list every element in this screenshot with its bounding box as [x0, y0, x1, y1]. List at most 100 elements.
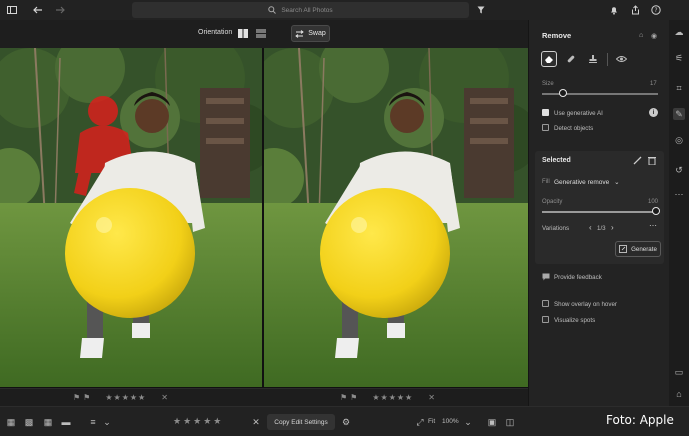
zoom-level[interactable]: 100% — [442, 418, 459, 425]
before-photo[interactable] — [0, 48, 262, 387]
generate-label: Generate — [631, 245, 657, 253]
cloud-icon[interactable]: ☁ — [673, 26, 685, 38]
zoom-chevron-icon[interactable]: ⌄ — [462, 416, 474, 428]
generate-icon — [619, 245, 627, 253]
filter-icon[interactable] — [473, 0, 489, 20]
detect-objects-checkbox[interactable] — [542, 124, 549, 131]
share-icon[interactable] — [627, 0, 643, 20]
bandage-icon[interactable] — [563, 51, 579, 67]
selected-title: Selected — [542, 157, 571, 164]
stamp-icon[interactable] — [585, 51, 601, 67]
orientation-label: Orientation — [198, 29, 233, 36]
edit-sliders-icon[interactable]: ⚟ — [673, 52, 685, 64]
tool-rail: ☁ ⚟ ⌗ ✎ ◎ ↺ ⋯ ▭ ⌂ — [669, 20, 689, 406]
fill-label: Fill — [542, 179, 550, 185]
flag-icon[interactable]: ⚑ — [340, 393, 347, 402]
generate-button[interactable]: Generate — [615, 241, 661, 257]
swap-icon — [295, 29, 304, 38]
photo-viewer — [0, 48, 528, 388]
clear-icon[interactable]: ✕ — [428, 393, 435, 402]
after-photo[interactable] — [264, 48, 528, 387]
detect-objects-label: Detect objects — [554, 125, 594, 132]
panel-toggle-icon[interactable] — [4, 0, 20, 20]
opacity-label: Opacity — [542, 199, 563, 205]
comment-icon[interactable]: ▭ — [673, 366, 685, 378]
chevron-left-icon[interactable]: ‹ — [589, 223, 592, 232]
rating-bar: ⚑ ⚑ ★★★★★ ✕ ⚑ ⚑ ★★★★★ ✕ — [0, 388, 528, 406]
remove-tool-icon[interactable]: ✎ — [673, 108, 685, 120]
eraser-icon[interactable] — [541, 51, 557, 67]
tag-icon[interactable]: ⌂ — [673, 388, 685, 400]
copy-edit-settings-button[interactable]: Copy Edit Settings — [267, 414, 335, 430]
bottom-toolbar: ▦ ▩ ▦ ▬ ≡ ⌄ ★★★★★ ✕ Copy Edit Settings ⚙… — [0, 406, 689, 436]
bottom-clear-icon[interactable]: ✕ — [250, 416, 262, 428]
swap-button[interactable]: Swap — [291, 25, 330, 42]
visualize-spots-checkbox[interactable] — [542, 316, 549, 323]
top-bar: Search All Photos ? — [0, 0, 689, 20]
square-grid-icon[interactable]: ▦ — [42, 416, 54, 428]
opacity-slider-handle[interactable] — [652, 207, 660, 215]
chevron-down-icon: ⌄ — [614, 179, 620, 186]
visualize-spots-label: Visualize spots — [554, 317, 596, 324]
show-overlay-checkbox[interactable] — [542, 300, 549, 307]
fit-label[interactable]: Fit — [428, 418, 435, 425]
single-view-icon[interactable]: ▬ — [60, 416, 72, 428]
variations-label: Variations — [542, 225, 570, 232]
split-view-icon[interactable]: ◫ — [504, 416, 516, 428]
grid-large-icon[interactable]: ▩ — [23, 416, 35, 428]
star-rating[interactable]: ★★★★★ — [105, 393, 146, 402]
masking-icon[interactable]: ◎ — [673, 134, 685, 146]
left-rating-row: ⚑ ⚑ ★★★★★ ✕ — [73, 393, 168, 402]
swap-label: Swap — [308, 30, 326, 37]
bottom-star-rating[interactable]: ★★★★★ — [173, 416, 223, 427]
visibility-icon[interactable] — [613, 51, 629, 67]
panel-header-icon[interactable]: ⌂ — [639, 32, 643, 39]
gear-icon[interactable]: ⚙ — [340, 416, 352, 428]
opacity-value: 100 — [648, 199, 659, 205]
brush-icon[interactable] — [633, 156, 642, 167]
compare-icon[interactable]: ▣ — [486, 416, 498, 428]
search-icon — [268, 6, 277, 14]
more-options-icon[interactable]: ⋯ — [673, 188, 685, 200]
chevron-right-icon[interactable]: › — [611, 223, 614, 232]
top-bottom-icon[interactable] — [256, 29, 266, 40]
provide-feedback-link[interactable]: Provide feedback — [554, 274, 602, 281]
feedback-icon[interactable] — [542, 273, 550, 283]
photo-credit: Foto: Apple — [606, 413, 674, 427]
info-icon[interactable]: i — [649, 108, 658, 117]
side-by-side-icon[interactable] — [238, 29, 248, 40]
panel-visibility-icon[interactable]: ◉ — [651, 32, 657, 40]
use-generative-ai-checkbox[interactable] — [542, 109, 549, 116]
grid-small-icon[interactable]: ▦ — [5, 416, 17, 428]
more-icon[interactable]: ⋯ — [649, 221, 657, 230]
history-icon[interactable]: ↺ — [673, 164, 685, 176]
fill-dropdown[interactable]: Generative remove ⌄ — [554, 178, 620, 186]
use-generative-ai-label: Use generative AI — [554, 110, 603, 117]
reject-flag-icon[interactable]: ⚑ — [350, 393, 357, 402]
help-icon[interactable]: ? — [648, 0, 664, 20]
opacity-slider-track[interactable] — [542, 211, 657, 213]
search-bar[interactable]: Search All Photos — [132, 2, 469, 18]
variations-value: 1/3 — [597, 225, 606, 232]
size-slider-handle[interactable] — [559, 89, 567, 97]
size-value: 17 — [650, 81, 657, 87]
clear-icon[interactable]: ✕ — [161, 393, 168, 402]
fit-icon[interactable]: ⤢ — [414, 416, 426, 428]
bell-icon[interactable] — [606, 0, 622, 20]
view-toolbar: Orientation Swap — [0, 20, 528, 48]
reject-flag-icon[interactable]: ⚑ — [83, 393, 90, 402]
forward-arrow-icon[interactable] — [52, 0, 68, 20]
search-placeholder: Search All Photos — [281, 6, 333, 14]
right-rating-row: ⚑ ⚑ ★★★★★ ✕ — [340, 393, 435, 402]
sort-icon[interactable]: ≡ — [87, 416, 99, 428]
chevron-down-icon[interactable]: ⌄ — [101, 416, 113, 428]
divider — [607, 53, 608, 66]
fill-value: Generative remove — [554, 179, 610, 186]
trash-icon[interactable] — [648, 156, 656, 167]
back-arrow-icon[interactable] — [30, 0, 46, 20]
flag-icon[interactable]: ⚑ — [73, 393, 80, 402]
crop-icon[interactable]: ⌗ — [673, 82, 685, 94]
size-label: Size — [542, 81, 554, 87]
show-overlay-label: Show overlay on hover — [554, 301, 617, 308]
star-rating[interactable]: ★★★★★ — [372, 393, 413, 402]
